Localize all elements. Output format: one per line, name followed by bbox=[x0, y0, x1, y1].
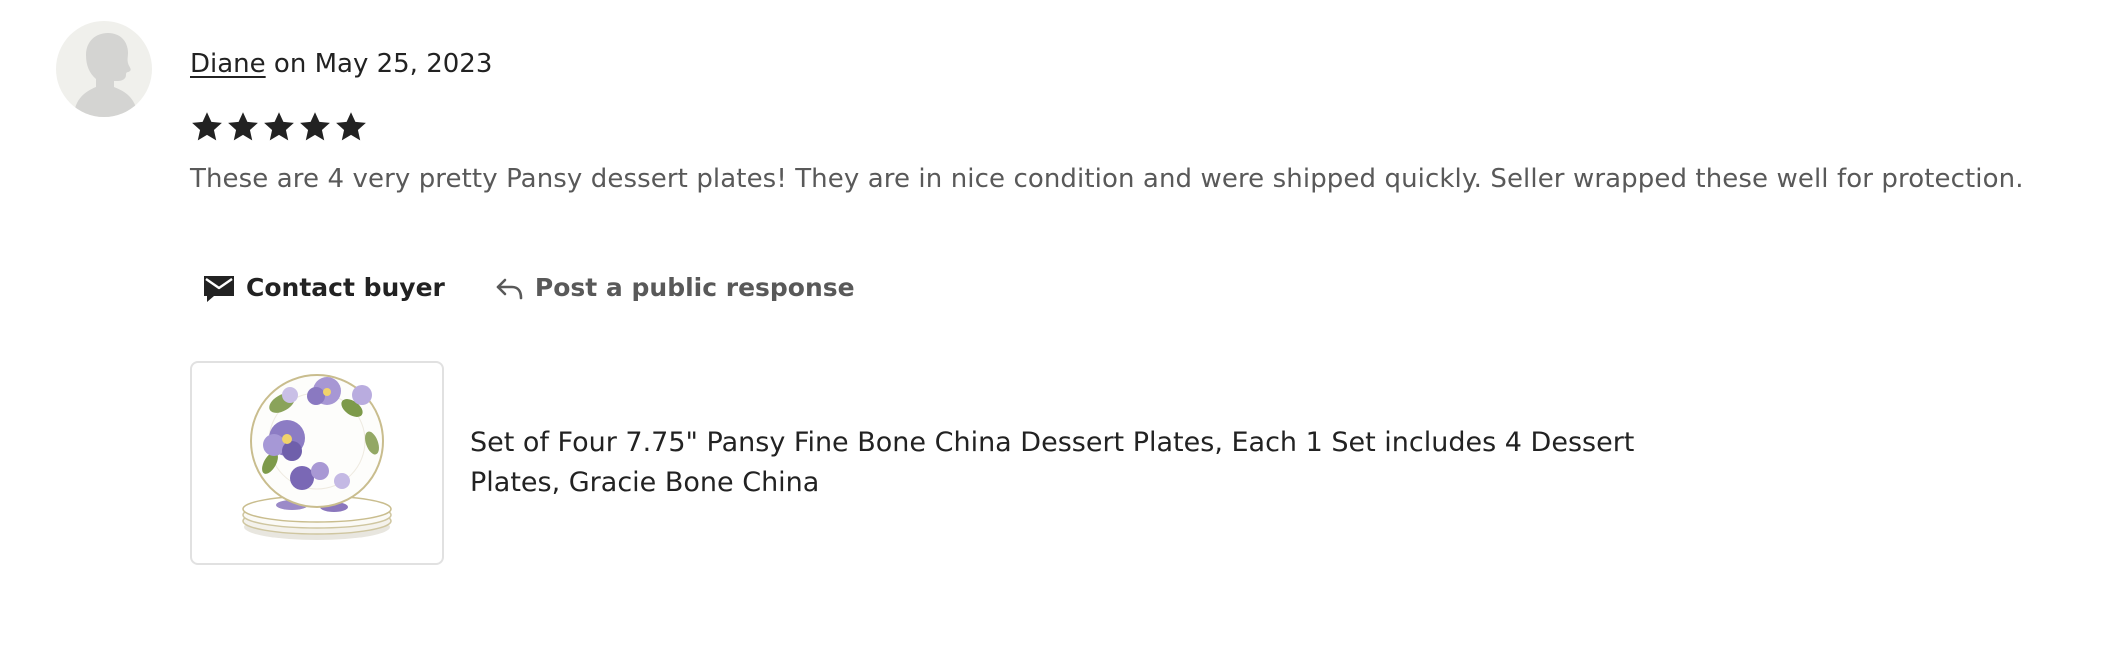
star-icon bbox=[192, 112, 222, 141]
listing-thumbnail[interactable] bbox=[190, 361, 444, 565]
contact-buyer-button[interactable]: Contact buyer bbox=[202, 268, 445, 308]
reply-arrow-icon bbox=[496, 278, 523, 300]
date-prefix: on bbox=[265, 49, 315, 79]
star-icon bbox=[336, 112, 366, 141]
reviewer-name-link[interactable]: Diane bbox=[190, 49, 266, 79]
star-icon bbox=[300, 112, 330, 141]
listing-title-link[interactable]: Set of Four 7.75" Pansy Fine Bone China … bbox=[470, 423, 1710, 503]
listing-card: Set of Four 7.75" Pansy Fine Bone China … bbox=[190, 361, 1710, 565]
review-date: May 25, 2023 bbox=[314, 49, 493, 79]
person-silhouette-icon bbox=[74, 33, 138, 117]
review-text: These are 4 very pretty Pansy dessert pl… bbox=[190, 164, 2024, 194]
star-icon bbox=[264, 112, 294, 141]
star-rating bbox=[190, 110, 368, 144]
post-public-response-button[interactable]: Post a public response bbox=[493, 268, 855, 308]
contact-buyer-label: Contact buyer bbox=[246, 273, 445, 302]
star-icon bbox=[228, 112, 258, 141]
post-public-response-label: Post a public response bbox=[534, 273, 855, 302]
pansy-plates-image bbox=[242, 374, 392, 540]
review-actions: Contact buyer Post a public response bbox=[202, 268, 855, 308]
review-byline: Diane on May 25, 2023 bbox=[190, 46, 492, 82]
envelope-icon bbox=[204, 276, 234, 302]
reviewer-avatar bbox=[56, 21, 152, 117]
